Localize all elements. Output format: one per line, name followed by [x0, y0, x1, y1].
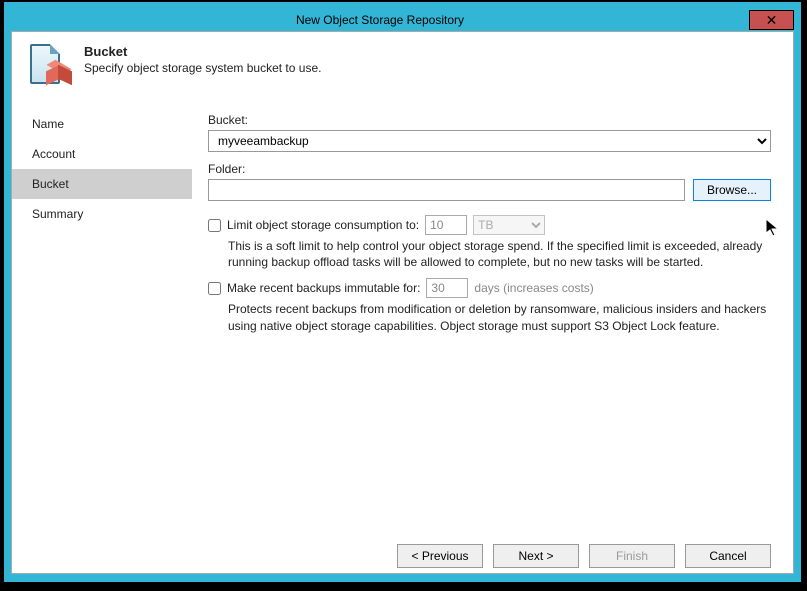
immutable-label: Make recent backups immutable for: [227, 281, 420, 295]
page-subtitle: Specify object storage system bucket to … [84, 61, 321, 75]
limit-value-spinner[interactable] [425, 215, 467, 235]
previous-button[interactable]: < Previous [397, 544, 483, 568]
window-chrome: New Object Storage Repository ✕ Bucket S… [4, 2, 801, 582]
dialog-body: Bucket Specify object storage system buc… [11, 31, 794, 574]
body: Name Account Bucket Summary Bucket: myve… [12, 98, 793, 533]
browse-button[interactable]: Browse... [693, 179, 771, 201]
footer: < Previous Next > Finish Cancel [12, 533, 793, 580]
sidebar-item-name[interactable]: Name [12, 109, 192, 139]
bucket-select[interactable]: myveeambackup [208, 130, 771, 152]
immutable-checkbox[interactable] [208, 282, 221, 295]
content-panel: Bucket: myveeambackup Folder: Browse... … [192, 99, 793, 533]
header: Bucket Specify object storage system buc… [12, 32, 793, 98]
sidebar-item-account[interactable]: Account [12, 139, 192, 169]
page-title: Bucket [84, 44, 321, 59]
immutable-suffix: days (increases costs) [474, 281, 593, 295]
limit-description: This is a soft limit to help control you… [228, 238, 771, 270]
close-icon: ✕ [766, 13, 778, 27]
immutable-value-spinner[interactable] [426, 278, 468, 298]
folder-label: Folder: [208, 162, 771, 176]
immutable-description: Protects recent backups from modificatio… [228, 301, 771, 333]
limit-unit-select[interactable]: TB [473, 215, 545, 235]
sidebar-item-bucket[interactable]: Bucket [12, 169, 192, 199]
finish-button: Finish [589, 544, 675, 568]
cancel-button[interactable]: Cancel [685, 544, 771, 568]
next-button[interactable]: Next > [493, 544, 579, 568]
wizard-sidebar: Name Account Bucket Summary [12, 99, 192, 533]
bucket-storage-icon [28, 44, 72, 88]
bucket-label: Bucket: [208, 113, 771, 127]
window-title: New Object Storage Repository [11, 13, 749, 27]
close-button[interactable]: ✕ [749, 10, 794, 30]
folder-input[interactable] [208, 179, 685, 201]
limit-checkbox[interactable] [208, 219, 221, 232]
titlebar: New Object Storage Repository ✕ [11, 9, 794, 31]
sidebar-item-summary[interactable]: Summary [12, 199, 192, 229]
limit-label: Limit object storage consumption to: [227, 218, 419, 232]
